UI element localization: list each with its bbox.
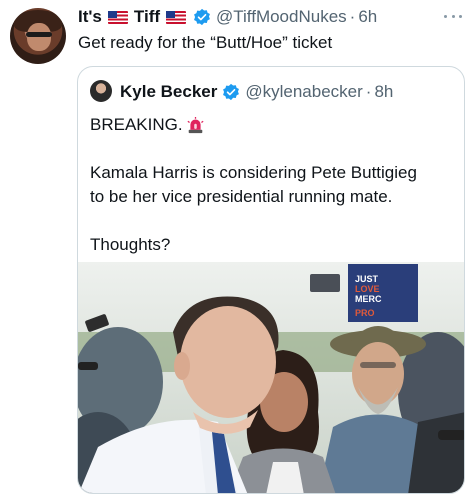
tweet: It's Tiff @TiffMoodNukes · 6h Get ready …: [0, 0, 475, 500]
photo-scene: JUST LOVE MERC PRO: [78, 262, 464, 493]
author-name-part2[interactable]: Tiff: [134, 7, 160, 27]
siren-emoji-icon: [187, 116, 204, 133]
us-flag-icon: [166, 10, 187, 24]
quoted-author-name[interactable]: Kyle Becker: [120, 82, 217, 102]
verified-badge-icon: [194, 8, 210, 26]
sign-line-4: PRO: [355, 308, 375, 318]
separator-dot: ·: [365, 82, 372, 101]
sign-line-3: MERC: [355, 294, 382, 304]
author-name-part1[interactable]: It's: [78, 7, 102, 27]
quoted-tweet-text: BREAKING. Kamala Harris is considering P…: [90, 113, 460, 257]
quoted-timestamp[interactable]: 8h: [374, 82, 393, 102]
tweet-timestamp[interactable]: 6h: [358, 7, 377, 27]
sign-line-1: JUST: [355, 274, 379, 284]
quoted-tweet-photo[interactable]: JUST LOVE MERC PRO: [78, 262, 464, 493]
more-options-icon[interactable]: [441, 8, 465, 24]
quoted-tweet[interactable]: Kyle Becker @kylenabecker · 8h BREAKING.…: [77, 66, 465, 494]
verified-badge-icon: [223, 83, 240, 101]
quoted-line-breaking: BREAKING.: [90, 115, 183, 134]
quoted-line-4: Thoughts?: [90, 235, 171, 254]
sign-line-2: LOVE: [355, 284, 380, 294]
us-flag-icon: [107, 10, 128, 24]
separator-dot: ·: [349, 7, 356, 26]
author-handle[interactable]: @TiffMoodNukes: [216, 7, 347, 27]
quoted-line-3: to be her vice presidential running mate…: [90, 187, 393, 206]
quoted-line-2: Kamala Harris is considering Pete Buttig…: [90, 163, 417, 182]
author-avatar[interactable]: [10, 8, 66, 64]
quoted-author-handle[interactable]: @kylenabecker: [245, 82, 362, 102]
tweet-header: It's Tiff @TiffMoodNukes · 6h: [78, 7, 377, 27]
quoted-author-avatar[interactable]: [90, 80, 112, 102]
quoted-tweet-header: Kyle Becker @kylenabecker · 8h: [120, 81, 393, 103]
tweet-text: Get ready for the “Butt/Hoe” ticket: [78, 33, 333, 52]
